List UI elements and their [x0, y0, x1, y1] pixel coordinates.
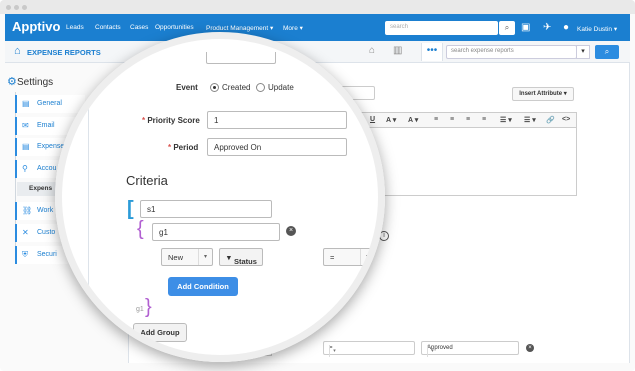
panel-divider	[88, 60, 89, 320]
event-created-radio[interactable]	[210, 83, 219, 92]
event-label: Event	[176, 83, 198, 92]
group-close-brace: }	[145, 296, 152, 318]
remove-group-icon[interactable]: ×	[286, 226, 296, 236]
document-icon: ▤	[22, 142, 30, 151]
calendar-icon[interactable]: ▣	[521, 22, 530, 33]
field-select-value: New	[168, 253, 184, 262]
more-icon[interactable]: •••	[421, 43, 443, 61]
nav-cases[interactable]: Cases	[130, 24, 148, 31]
search-icon[interactable]: ⌕	[499, 21, 515, 35]
period-value: Approved On	[214, 143, 262, 152]
highlight-icon[interactable]: A ▾	[408, 116, 418, 124]
nav-product-management[interactable]: Product Management ▾	[206, 24, 273, 32]
window-dot	[22, 5, 27, 10]
nav-leads[interactable]: Leads	[66, 24, 84, 31]
window-dot	[14, 5, 19, 10]
status-label: Status ▾	[227, 253, 257, 266]
search-button[interactable]: ⌕	[595, 45, 619, 59]
criteria-title: Criteria	[126, 173, 168, 188]
chevron-down-icon: ▾	[360, 249, 374, 265]
module-search-input[interactable]: search expense reports	[446, 45, 577, 59]
wrench-icon: ✕	[22, 228, 29, 237]
shield-icon: ⛨	[22, 250, 28, 259]
event-update-radio[interactable]	[256, 83, 265, 92]
chart-icon[interactable]: ▥	[393, 45, 402, 56]
magnifier-lens: Event Created Update * Priority Score 1 …	[55, 32, 385, 362]
workflow-icon: ⛓	[22, 206, 33, 215]
event-created-label: Created	[222, 83, 251, 92]
sidebar-item-label: Securi	[37, 251, 57, 258]
nav-opportunities[interactable]: Opportunities	[155, 24, 194, 31]
code-icon[interactable]: <>	[562, 116, 570, 123]
period-select[interactable]: Approved On	[207, 138, 347, 156]
sidebar-item-label: General	[37, 100, 62, 107]
priority-score-text: Priority Score	[147, 116, 200, 125]
justify-icon[interactable]: ≡	[482, 116, 486, 123]
chevron-down-icon: ▾	[198, 249, 212, 265]
user-icon[interactable]: ●	[563, 22, 569, 33]
app-window: Apptivo Leads Contacts Cases Opportuniti…	[0, 0, 635, 371]
operator-select[interactable]: = ▾	[323, 248, 375, 266]
operator-select-value: =	[330, 253, 335, 262]
top-nav: Apptivo Leads Contacts Cases Opportuniti…	[5, 14, 630, 41]
accounting-icon: ⚲	[22, 164, 28, 173]
value-select[interactable]: Approved ▾	[421, 341, 519, 357]
bullet-list-icon[interactable]: ☰ ▾	[524, 116, 536, 124]
chevron-down-icon[interactable]: ▾	[576, 45, 590, 59]
align-center-icon[interactable]: ≡	[450, 116, 454, 123]
global-search-input[interactable]: search	[385, 21, 498, 35]
list-icon: ▤	[22, 99, 30, 108]
window-chrome	[0, 0, 635, 14]
field-fragment	[206, 52, 276, 64]
field-select[interactable]: New ▾	[161, 248, 213, 266]
app-logo[interactable]: Apptivo	[12, 19, 60, 34]
add-group-button[interactable]: Add Group	[133, 323, 187, 342]
group-close-label: g1	[136, 306, 144, 313]
align-right-icon[interactable]: ≡	[466, 116, 470, 123]
sidebar-item-label: Expense	[37, 143, 65, 150]
priority-score-input[interactable]: 1	[207, 111, 347, 129]
sidebar-item-label: Email	[37, 122, 55, 129]
magnified-content: Event Created Update * Priority Score 1 …	[62, 39, 378, 355]
gear-icon: ⚙	[7, 76, 17, 88]
user-menu[interactable]: Katie Dustin ▾	[577, 25, 617, 33]
chevron-down-icon: ▾	[427, 345, 437, 357]
add-condition-button[interactable]: Add Condition	[168, 277, 238, 296]
nav-contacts[interactable]: Contacts	[95, 24, 121, 31]
group-input[interactable]: g1	[152, 223, 280, 241]
sidebar-subitem-label: Expens	[29, 185, 53, 192]
email-icon: ✉	[22, 121, 29, 130]
sidebar-item-label: Accou	[37, 165, 57, 172]
window-dot	[6, 5, 11, 10]
priority-score-value: 1	[214, 116, 219, 125]
rocket-icon[interactable]: ✈	[543, 22, 551, 33]
home-icon[interactable]: ⌂	[14, 45, 21, 57]
sidebar-item-label: Custo	[37, 229, 56, 236]
align-left-icon[interactable]: ≡	[434, 116, 438, 123]
insert-attribute-button[interactable]: Insert Attribute ▾	[512, 87, 574, 101]
module-search-placeholder: search expense reports	[451, 48, 514, 54]
group-value: g1	[159, 228, 168, 237]
group-open-brace: {	[137, 218, 144, 240]
status-text: Status	[234, 257, 257, 266]
status-dropdown[interactable]: Status ▾	[219, 248, 263, 266]
sequence-input[interactable]: s1	[140, 200, 272, 218]
ordered-list-icon[interactable]: ☰ ▾	[500, 116, 512, 124]
event-update-label: Update	[268, 83, 294, 92]
remove-icon[interactable]: ×	[526, 344, 534, 352]
sequence-value: s1	[147, 205, 156, 214]
sidebar-item-label: Work	[37, 207, 54, 214]
priority-score-label: * Priority Score	[142, 116, 200, 125]
period-text: Period	[173, 143, 199, 152]
font-color-icon[interactable]: A ▾	[386, 116, 396, 124]
global-search-placeholder: search	[390, 24, 409, 30]
link-icon[interactable]: 🔗	[546, 116, 555, 124]
period-label: * Period	[168, 143, 198, 152]
nav-more[interactable]: More ▾	[283, 24, 303, 32]
sequence-bracket: [	[127, 198, 134, 220]
settings-title: Settings	[17, 77, 54, 88]
